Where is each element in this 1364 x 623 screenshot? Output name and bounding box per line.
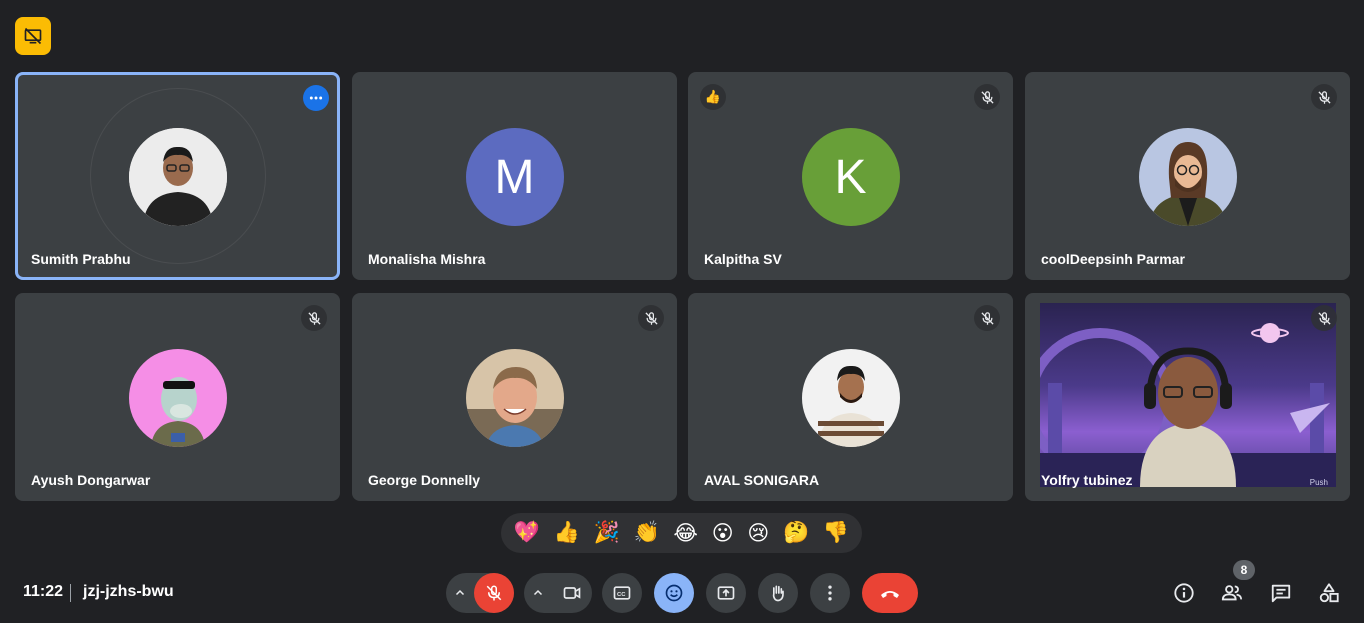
participant-name: coolDeepsinh Parmar (1041, 251, 1185, 267)
sparkling-heart-reaction[interactable]: 💖 (514, 521, 540, 545)
audio-options-button[interactable] (446, 573, 474, 613)
present-now-button[interactable] (706, 573, 746, 613)
chevron-up-icon (533, 589, 543, 596)
clapping-reaction[interactable]: 👏 (634, 521, 660, 545)
activities-button[interactable] (1309, 573, 1349, 613)
show-everyone-button[interactable] (1212, 573, 1252, 613)
participant-name: Kalpitha SV (704, 251, 782, 267)
svg-text:CC: CC (617, 592, 626, 598)
muted-indicator (638, 305, 664, 331)
tears-of-joy-reaction[interactable]: 😂 (673, 521, 698, 546)
avatar: K (801, 128, 900, 226)
avatar (128, 349, 227, 447)
activities-icon (1319, 583, 1339, 603)
avatar-initial: K (834, 150, 867, 204)
present-screen-icon (717, 586, 735, 600)
participant-video (1040, 303, 1336, 487)
video-watermark: Push (1309, 478, 1328, 487)
no-presenting-badge[interactable] (15, 17, 51, 55)
videocam-icon (563, 587, 581, 599)
participant-name: AVAL SONIGARA (704, 472, 820, 488)
avatar-initial: M (494, 150, 535, 204)
participant-name: Ayush Dongarwar (31, 472, 151, 488)
mic-off-icon (307, 311, 321, 325)
participant-tile[interactable]: George Donnelly (352, 293, 677, 501)
participant-tile[interactable]: Push Yolfry tubinez (1025, 293, 1350, 501)
more-vert-icon (828, 585, 832, 601)
more-options-button[interactable] (810, 573, 850, 613)
participant-name: Sumith Prabhu (31, 251, 131, 267)
mic-control-group (446, 573, 514, 613)
meeting-details-button[interactable] (1164, 573, 1204, 613)
thumbs-up-icon: 👍 (704, 89, 722, 104)
raise-hand-icon (772, 585, 784, 602)
mic-toggle-button[interactable] (474, 573, 514, 613)
mic-off-icon (980, 311, 994, 325)
no-presenting-icon (24, 27, 42, 45)
mic-off-icon (1317, 311, 1331, 325)
avatar: M (465, 128, 564, 226)
participant-name: Monalisha Mishra (368, 251, 486, 267)
mic-off-icon (1317, 90, 1331, 104)
chevron-up-icon (455, 589, 465, 596)
participant-tile[interactable]: coolDeepsinh Parmar (1025, 72, 1350, 280)
people-icon (1221, 585, 1243, 601)
mic-off-icon (980, 90, 994, 104)
muted-indicator (1311, 305, 1337, 331)
call-end-icon (881, 591, 899, 598)
participant-tile[interactable]: 👍 K Kalpitha SV (688, 72, 1013, 280)
participant-tile[interactable]: M Monalisha Mishra (352, 72, 677, 280)
reaction-bar: 💖 👍 🎉 👏 😂 😮 😢 🤔 👎 (501, 513, 862, 553)
info-divider (70, 584, 71, 602)
mic-off-icon (644, 311, 658, 325)
meeting-clock: 11:22 (23, 583, 64, 600)
muted-indicator (301, 305, 327, 331)
leave-call-button[interactable] (862, 573, 918, 613)
participant-tile[interactable]: Ayush Dongarwar (15, 293, 340, 501)
thumbs-up-reaction[interactable]: 👍 (554, 521, 580, 545)
more-horiz-icon (309, 96, 323, 100)
crying-reaction[interactable]: 😢 (747, 521, 769, 546)
participant-name: George Donnelly (368, 472, 481, 488)
captions-button[interactable]: CC (602, 573, 642, 613)
closed-caption-icon: CC (613, 586, 631, 600)
info-icon (1174, 583, 1194, 603)
thumbs-down-reaction[interactable]: 👎 (823, 521, 849, 545)
avatar (128, 128, 227, 226)
tile-options-button[interactable] (303, 85, 329, 111)
participant-tile[interactable]: Sumith Prabhu (15, 72, 340, 280)
avatar (801, 349, 900, 447)
reaction-badge: 👍 (700, 84, 726, 110)
party-popper-reaction[interactable]: 🎉 (594, 521, 620, 545)
chat-icon (1271, 584, 1291, 603)
chat-button[interactable] (1261, 573, 1301, 613)
emoji-icon (665, 584, 683, 602)
send-reaction-button[interactable] (654, 573, 694, 613)
camera-control-group (524, 573, 592, 613)
surprised-reaction[interactable]: 😮 (712, 521, 734, 546)
participant-name: Yolfry tubinez (1041, 472, 1133, 488)
camera-toggle-button[interactable] (552, 573, 592, 613)
muted-indicator (974, 84, 1000, 110)
thinking-reaction[interactable]: 🤔 (783, 521, 809, 545)
avatar (1138, 128, 1237, 226)
mic-off-icon (486, 585, 502, 601)
avatar (465, 349, 564, 447)
video-options-button[interactable] (524, 573, 552, 613)
muted-indicator (1311, 84, 1337, 110)
muted-indicator (974, 305, 1000, 331)
participant-tile[interactable]: AVAL SONIGARA (688, 293, 1013, 501)
raise-hand-button[interactable] (758, 573, 798, 613)
meeting-code: jzj-jzhs-bwu (83, 583, 174, 600)
